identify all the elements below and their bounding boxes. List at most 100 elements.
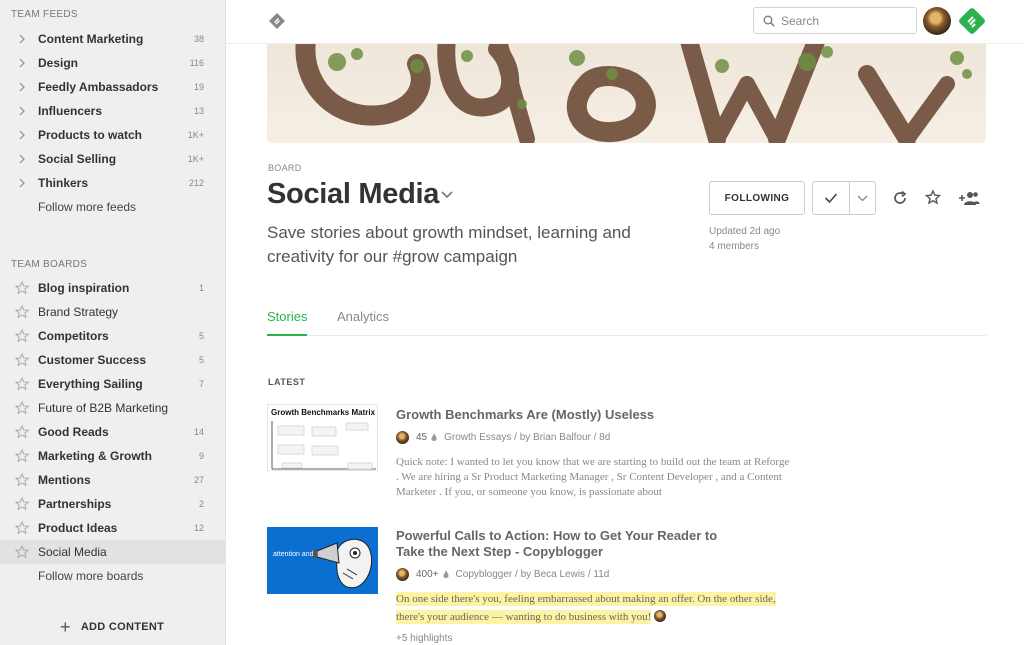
engagement-count: 400+ (416, 568, 439, 580)
sidebar-item-label: Products to watch (38, 128, 143, 142)
sidebar-feed-influencers[interactable]: Influencers 13 (0, 99, 226, 123)
sidebar-board-brand-strategy[interactable]: Brand Strategy (0, 300, 226, 324)
refresh-icon (894, 190, 907, 204)
sidebar-item-label: Product Ideas (38, 521, 118, 535)
sidebar-item-label: Competitors (38, 329, 109, 343)
article-thumbnail[interactable]: Growth Benchmarks Matrix (267, 404, 378, 471)
sidebar-board-social-media[interactable]: Social Media (0, 540, 226, 564)
star-outline-icon (15, 449, 29, 463)
feedly-logo-icon[interactable] (268, 12, 286, 30)
sidebar-board-blog-inspiration[interactable]: Blog inspiration 1 (0, 276, 226, 300)
mark-as-read-button[interactable] (813, 182, 850, 214)
plus-icon: + (60, 617, 71, 637)
star-outline-icon (15, 281, 29, 295)
article-source: Copyblogger / by Beca Lewis / 11d (455, 568, 610, 580)
star-outline-icon (15, 521, 29, 535)
sidebar-item-label: Thinkers (38, 176, 89, 190)
sidebar-board-competitors[interactable]: Competitors 5 (0, 324, 226, 348)
checkmark-icon (824, 193, 838, 204)
sidebar-item-label: Social Media (38, 545, 107, 559)
chevron-down-icon[interactable] (440, 190, 454, 199)
user-avatar[interactable] (923, 7, 951, 35)
chevron-right-icon[interactable] (15, 56, 29, 70)
add-content-button[interactable]: + ADD CONTENT (60, 618, 164, 636)
more-highlights-link[interactable]: +5 highlights (396, 633, 452, 644)
star-outline-icon (15, 473, 29, 487)
thumbnail-title: Growth Benchmarks Matrix (271, 408, 376, 417)
search-box[interactable] (753, 7, 917, 34)
board-member-count: 4 members (709, 241, 760, 252)
sidebar-item-label: Social Selling (38, 152, 117, 166)
tab-stories[interactable]: Stories (267, 309, 308, 336)
sidebar-item-label: Partnerships (38, 497, 112, 511)
board-updated-time: Updated 2d ago (709, 226, 781, 237)
article-meta: 400+ Copyblogger / by Beca Lewis / 11d (396, 567, 609, 581)
sidebar-board-mentions[interactable]: Mentions 27 (0, 468, 226, 492)
article-highlight[interactable]: On one side there's you, feeling embarra… (396, 590, 791, 626)
article-title[interactable]: Powerful Calls to Action: How to Get You… (396, 528, 736, 560)
sidebar-item-label: Mentions (38, 473, 91, 487)
following-button[interactable]: FOLLOWING (709, 181, 805, 215)
engagement-count: 45 (416, 431, 428, 443)
team-boards-heading: TEAM BOARDS (11, 259, 88, 270)
sidebar-board-future-of-b2b-marketing[interactable]: Future of B2B Marketing (0, 396, 226, 420)
board-kicker: BOARD (268, 163, 302, 173)
sidebar-feed-thinkers[interactable]: Thinkers 212 (0, 171, 226, 195)
chevron-right-icon[interactable] (15, 152, 29, 166)
chevron-right-icon[interactable] (15, 104, 29, 118)
megaphone-owl-illustration (313, 538, 373, 589)
latest-heading: LATEST (268, 377, 306, 387)
chevron-right-icon[interactable] (15, 32, 29, 46)
article-source: Growth Essays / by Brian Balfour / 8d (444, 431, 611, 443)
sidebar-board-everything-sailing[interactable]: Everything Sailing 7 (0, 372, 226, 396)
sidebar-feed-content-marketing[interactable]: Content Marketing 38 (0, 27, 226, 51)
board-title: Social Media (267, 178, 440, 210)
chevron-right-icon[interactable] (15, 128, 29, 142)
search-icon (763, 15, 775, 26)
refresh-button[interactable] (890, 188, 910, 208)
article-excerpt: Quick note: I wanted to let you know tha… (396, 456, 790, 498)
feedly-green-logo-icon[interactable] (957, 6, 987, 36)
sidebar-item-label: Brand Strategy (38, 305, 119, 319)
invite-members-button[interactable] (958, 188, 980, 208)
sidebar-board-product-ideas[interactable]: Product Ideas 12 (0, 516, 226, 540)
sidebar-feed-design[interactable]: Design 116 (0, 51, 226, 75)
sidebar-feed-products-to-watch[interactable]: Products to watch 1K+ (0, 123, 226, 147)
sidebar: TEAM FEEDS Content Marketing 38 Design 1… (0, 0, 226, 645)
curator-avatar (396, 430, 409, 444)
unread-count: 1 (198, 283, 204, 293)
article-meta: 45 Growth Essays / by Brian Balfour / 8d (396, 430, 610, 444)
article-title[interactable]: Growth Benchmarks Are (Mostly) Useless (396, 407, 736, 423)
sidebar-feed-social-selling[interactable]: Social Selling 1K+ (0, 147, 226, 171)
sidebar-item-label: Good Reads (38, 425, 109, 439)
sidebar-feed-feedly-ambassadors[interactable]: Feedly Ambassadors 19 (0, 75, 226, 99)
sidebar-board-customer-success[interactable]: Customer Success 5 (0, 348, 226, 372)
favorite-board-button[interactable] (924, 188, 944, 208)
highlight-text: On one side there's you, feeling embarra… (396, 592, 776, 624)
search-input[interactable] (781, 13, 901, 28)
star-outline-icon (15, 497, 29, 511)
star-outline-icon (15, 545, 29, 559)
sidebar-board-good-reads[interactable]: Good Reads 14 (0, 420, 226, 444)
article-thumbnail[interactable]: attention and action (267, 527, 378, 594)
follow-more-feeds-link[interactable]: Follow more feeds (38, 200, 136, 214)
flame-icon (431, 432, 437, 441)
curator-avatar (396, 567, 409, 581)
chevron-right-icon[interactable] (15, 80, 29, 94)
sidebar-item-label: Feedly Ambassadors (38, 80, 159, 94)
unread-count: 9 (198, 451, 204, 461)
sidebar-board-marketing-growth[interactable]: Marketing & Growth 9 (0, 444, 226, 468)
tab-analytics[interactable]: Analytics (337, 309, 389, 336)
sidebar-item-label: Customer Success (38, 353, 147, 367)
unread-count: 5 (198, 355, 204, 365)
highlighter-avatar (654, 610, 666, 622)
board-tabs: Stories Analytics (267, 302, 986, 336)
board-cover-image (267, 44, 986, 143)
chevron-right-icon[interactable] (15, 176, 29, 190)
sidebar-item-label: Everything Sailing (38, 377, 143, 391)
sidebar-board-partnerships[interactable]: Partnerships 2 (0, 492, 226, 516)
board-description: Save stories about growth mindset, learn… (267, 223, 631, 266)
star-plus-icon (925, 189, 942, 205)
follow-more-boards-link[interactable]: Follow more boards (38, 569, 143, 583)
mark-as-read-options-button[interactable] (850, 182, 875, 214)
